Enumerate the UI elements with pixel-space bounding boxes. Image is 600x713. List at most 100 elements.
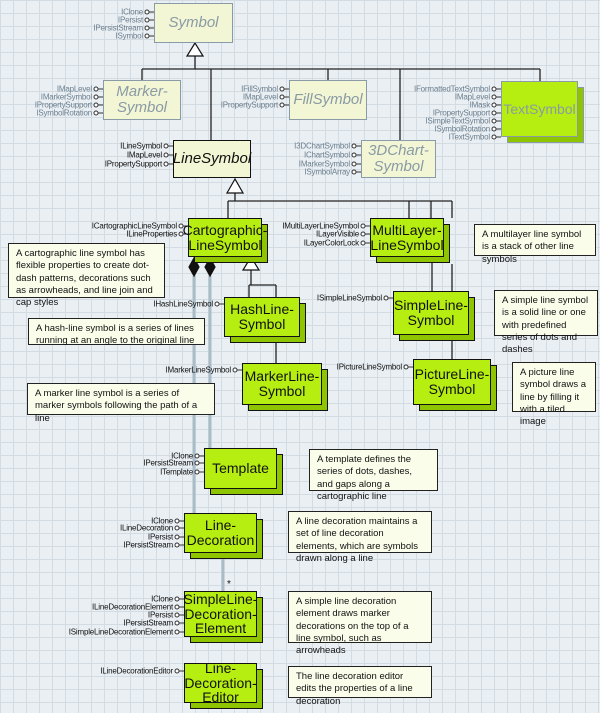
interface-label: ILineDecorationEditor [100, 666, 173, 676]
interface-lollipop-icon [144, 33, 150, 39]
interface-lollipop-icon [360, 240, 366, 246]
interface-label: IPersistStream [123, 540, 173, 550]
interface-lollipop-icon [174, 612, 180, 618]
class-label: LineSymbol [172, 150, 252, 168]
interface-lollipop-icon [383, 295, 389, 301]
interface-lollipop-icon [351, 169, 357, 175]
interface-label: ITextSymbol [448, 132, 491, 142]
class-line-decoration-editor[interactable]: Line- Decoration- Editor [184, 659, 257, 706]
interface-lollipop-icon [360, 231, 366, 237]
interface-lollipop-icon [194, 453, 200, 459]
interface-label: IPictureLineSymbol [336, 362, 403, 372]
multiplicity-label: * [227, 579, 231, 590]
inheritance-triangle-icon [185, 41, 205, 57]
interface-lollipop-icon [351, 143, 357, 149]
interface-lollipop-icon [194, 469, 200, 475]
interface-label: ISymbol [115, 31, 144, 41]
interface-lollipop-icon [491, 102, 497, 108]
class-label: SimpleLine- Symbol [394, 297, 468, 328]
interface-label: IMapLevel [126, 150, 162, 160]
class-label: SimpleLine- Decoration- Element [183, 590, 258, 637]
interface-label: ISimpleLineDecorationElement [68, 627, 173, 637]
class-simple-line-decoration-element[interactable]: SimpleLine- Decoration- Element [184, 591, 257, 637]
interface-lollipop-icon [491, 86, 497, 92]
interface-lollipop-icon [174, 542, 180, 548]
callout-simple-line-decoration-element: A simple line decoration element draws m… [288, 591, 432, 656]
class-text-symbol[interactable]: TextSymbol [501, 81, 578, 137]
interface-lollipop-icon [93, 110, 99, 116]
class-multilayer-line-symbol[interactable]: MultiLayer- LineSymbol [370, 218, 444, 257]
interface-lollipop-icon [174, 620, 180, 626]
interface-label: ITemplate [160, 467, 193, 477]
interface-lollipop-icon [214, 301, 220, 307]
class-line-decoration[interactable]: Line- Decoration [184, 513, 257, 553]
interface-lollipop-icon [403, 364, 409, 370]
interface-label: IPersistStream [123, 618, 173, 628]
interface-label: I3DChartSymbol [294, 141, 350, 151]
class-label: TextSymbol [503, 100, 576, 117]
interface-lollipop-icon [163, 152, 169, 158]
interface-lollipop-icon [174, 525, 180, 531]
interface-lollipop-icon [93, 86, 99, 92]
interface-label: ISymbolRotation [36, 108, 92, 118]
interface-lollipop-icon [491, 118, 497, 124]
class-label: MarkerLine- Symbol [244, 368, 320, 399]
interface-lollipop-icon [144, 25, 150, 31]
interface-lollipop-icon [163, 161, 169, 167]
class-label: 3DChart- Symbol [368, 142, 429, 175]
interface-lollipop-icon [351, 152, 357, 158]
interface-label: IChartSymbol [303, 150, 350, 160]
interface-lollipop-icon [163, 143, 169, 149]
interface-lollipop-icon [491, 126, 497, 132]
class-marker-line-symbol[interactable]: MarkerLine- Symbol [242, 363, 322, 405]
class-cartographic-line-symbol[interactable]: Cartographic- LineSymbol [183, 218, 267, 257]
callout-hash: A hash-line symbol is a series of lines … [28, 318, 205, 346]
interface-label: IPropertySupport [104, 159, 162, 169]
interface-lollipop-icon [144, 17, 150, 23]
class-symbol[interactable]: Symbol [154, 3, 233, 43]
class-fill-symbol[interactable]: FillSymbol [289, 80, 367, 120]
callout-cartographic: A cartographic line symbol has flexible … [8, 243, 165, 308]
class-template[interactable]: Template [204, 448, 277, 489]
class-label: MultiLayer- LineSymbol [370, 221, 444, 253]
class-label: Line- Decoration [186, 517, 255, 548]
callout-line-decoration: A line decoration maintains a set of lin… [288, 511, 432, 564]
interface-label: IPersistStream [143, 458, 193, 468]
interface-lollipop-icon [351, 161, 357, 167]
class-label: Line- Decoration- Editor [184, 659, 257, 706]
interface-label: ILayerVisible [315, 229, 359, 239]
class-label: HashLine- Symbol [230, 301, 294, 332]
class-label: Marker- Symbol [116, 83, 168, 116]
interface-lollipop-icon [491, 134, 497, 140]
callout-line-decoration-editor: The line decoration editor edits the pro… [288, 666, 432, 707]
interface-lollipop-icon [174, 518, 180, 524]
interface-lollipop-icon [174, 534, 180, 540]
callout-multilayer: A multilayer line symbol is a stack of o… [474, 224, 596, 265]
interface-label: IHashLineSymbol [153, 299, 213, 309]
interface-lollipop-icon [279, 102, 285, 108]
interface-lollipop-icon [279, 94, 285, 100]
callout-template: A template defines the series of dots, d… [309, 449, 438, 502]
class-3dchart-symbol[interactable]: 3DChart- Symbol [361, 140, 436, 178]
class-picture-line-symbol[interactable]: PictureLine- Symbol [413, 359, 491, 405]
interface-label: ILineProperties [126, 229, 177, 239]
interface-lollipop-icon [194, 460, 200, 466]
class-label: PictureLine- Symbol [414, 366, 490, 397]
class-marker-symbol[interactable]: Marker- Symbol [103, 80, 181, 120]
interface-label: ILineDecoration [119, 523, 173, 533]
callout-picture: A picture line symbol draws a line by fi… [512, 362, 596, 427]
interface-lollipop-icon [360, 223, 366, 229]
class-label: FillSymbol [293, 91, 363, 109]
interface-label: IPropertySupport [220, 100, 278, 110]
class-hash-line-symbol[interactable]: HashLine- Symbol [224, 297, 300, 337]
interface-lollipop-icon [491, 94, 497, 100]
interface-label: IMarkerLineSymbol [165, 365, 231, 375]
class-simple-line-symbol[interactable]: SimpleLine- Symbol [393, 291, 469, 335]
class-line-symbol[interactable]: LineSymbol [173, 140, 251, 178]
class-label: Template [212, 460, 269, 477]
interface-label: ISimpleLineSymbol [316, 293, 382, 303]
interface-lollipop-icon [93, 94, 99, 100]
interface-lollipop-icon [174, 596, 180, 602]
interface-label: ISymbolArray [304, 167, 350, 177]
interface-lollipop-icon [144, 9, 150, 15]
